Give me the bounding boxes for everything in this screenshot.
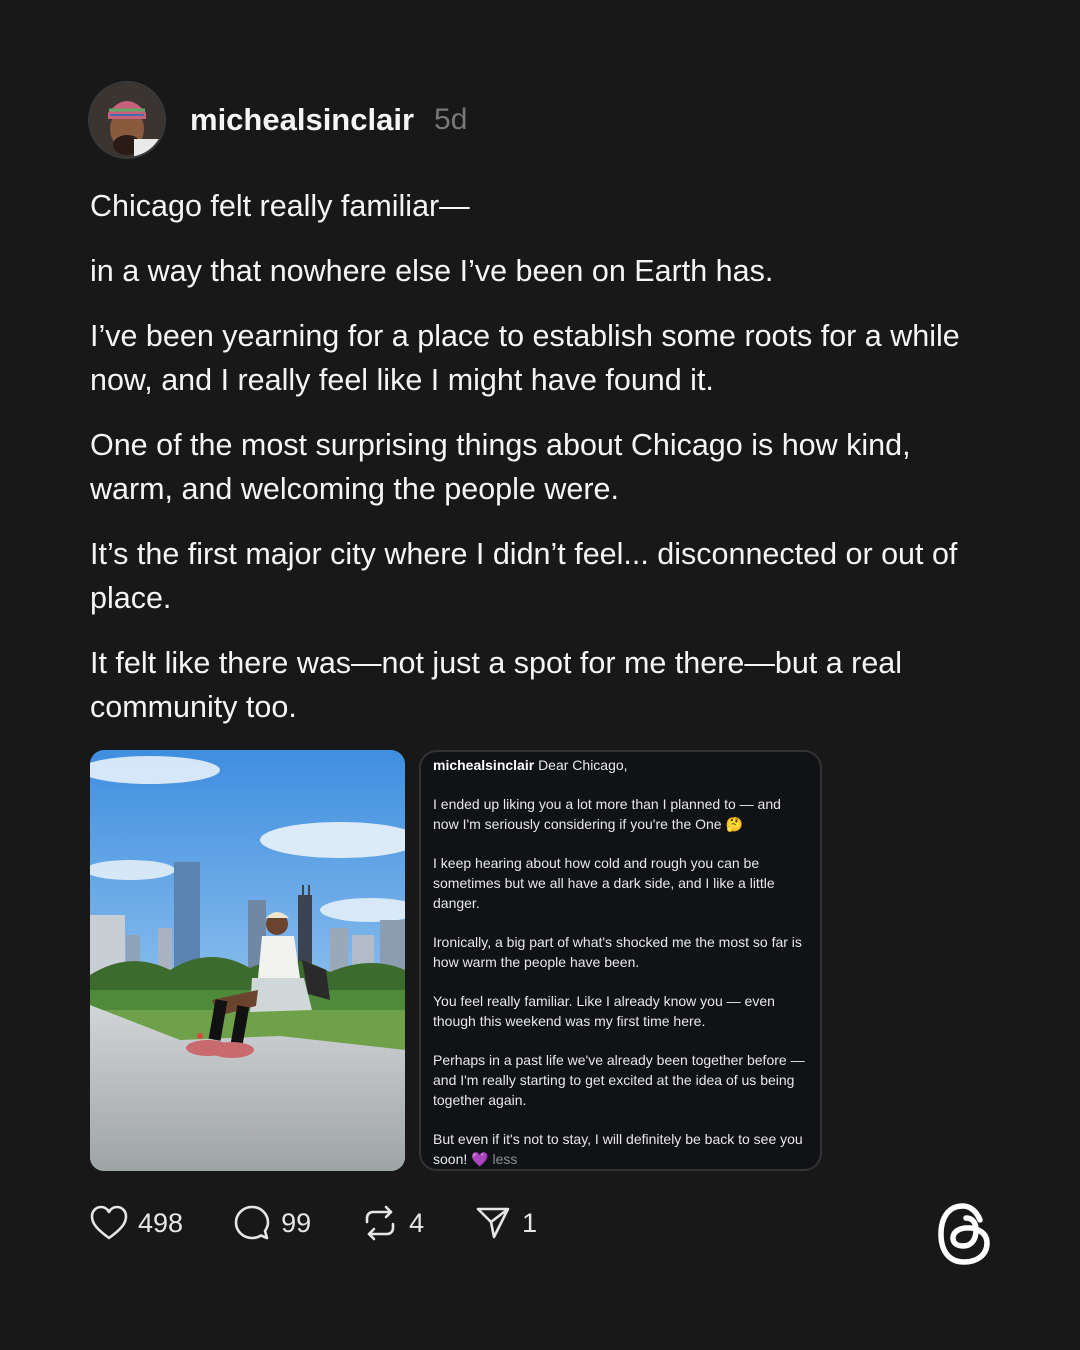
post-header: michealsinclair 5d [88, 80, 467, 160]
share-button[interactable]: 1 [474, 1204, 537, 1242]
post-time: 5d [434, 103, 468, 136]
caption-last-text: But even if it's not to stay, I will def… [433, 1131, 803, 1167]
like-count: 498 [138, 1207, 184, 1238]
less-link[interactable]: less [492, 1151, 517, 1167]
post-paragraph: Chicago felt really familiar— [90, 189, 470, 223]
avatar[interactable] [88, 81, 166, 159]
caption-first-line: Dear Chicago, [538, 757, 628, 773]
repost-icon [361, 1204, 399, 1242]
post-paragraph: It’s the first major city where I didn’t… [90, 537, 958, 615]
post-paragraph: I’ve been yearning for a place to establ… [90, 319, 960, 397]
post-text: Chicago felt really familiar— in a way t… [90, 184, 990, 750]
caption-paragraph: I ended up liking you a lot more than I … [433, 796, 781, 832]
caption-last-paragraph: But even if it's not to stay, I will def… [433, 1129, 808, 1169]
comment-count: 99 [281, 1207, 312, 1238]
heart-icon [90, 1204, 128, 1242]
action-bar: 498 99 4 1 [90, 1203, 587, 1243]
caption-paragraph: You feel really familiar. Like I already… [433, 993, 775, 1029]
comment-icon [233, 1204, 271, 1242]
caption-paragraph: Ironically, a big part of what's shocked… [433, 934, 802, 970]
threads-logo-icon [936, 1202, 994, 1266]
username[interactable]: michealsinclair [190, 102, 414, 138]
caption-username[interactable]: michealsinclair [433, 757, 534, 773]
share-count: 1 [522, 1207, 538, 1238]
post-paragraph: in a way that nowhere else I’ve been on … [90, 254, 774, 288]
post-paragraph: One of the most surprising things about … [90, 428, 911, 506]
repost-button[interactable]: 4 [361, 1204, 424, 1242]
post-media: michealsinclair Dear Chicago, I ended up… [90, 750, 822, 1171]
caption-paragraph: Perhaps in a past life we've already bee… [433, 1052, 805, 1108]
caption-first-paragraph: michealsinclair Dear Chicago, [433, 755, 808, 775]
share-icon [474, 1204, 512, 1242]
like-button[interactable]: 498 [90, 1204, 183, 1242]
post-paragraph: It felt like there was—not just a spot f… [90, 646, 903, 724]
caption-paragraph: I keep hearing about how cold and rough … [433, 855, 775, 911]
repost-count: 4 [409, 1207, 425, 1238]
caption-card[interactable]: michealsinclair Dear Chicago, I ended up… [419, 750, 822, 1171]
post-photo[interactable] [90, 750, 405, 1171]
comment-button[interactable]: 99 [233, 1204, 311, 1242]
